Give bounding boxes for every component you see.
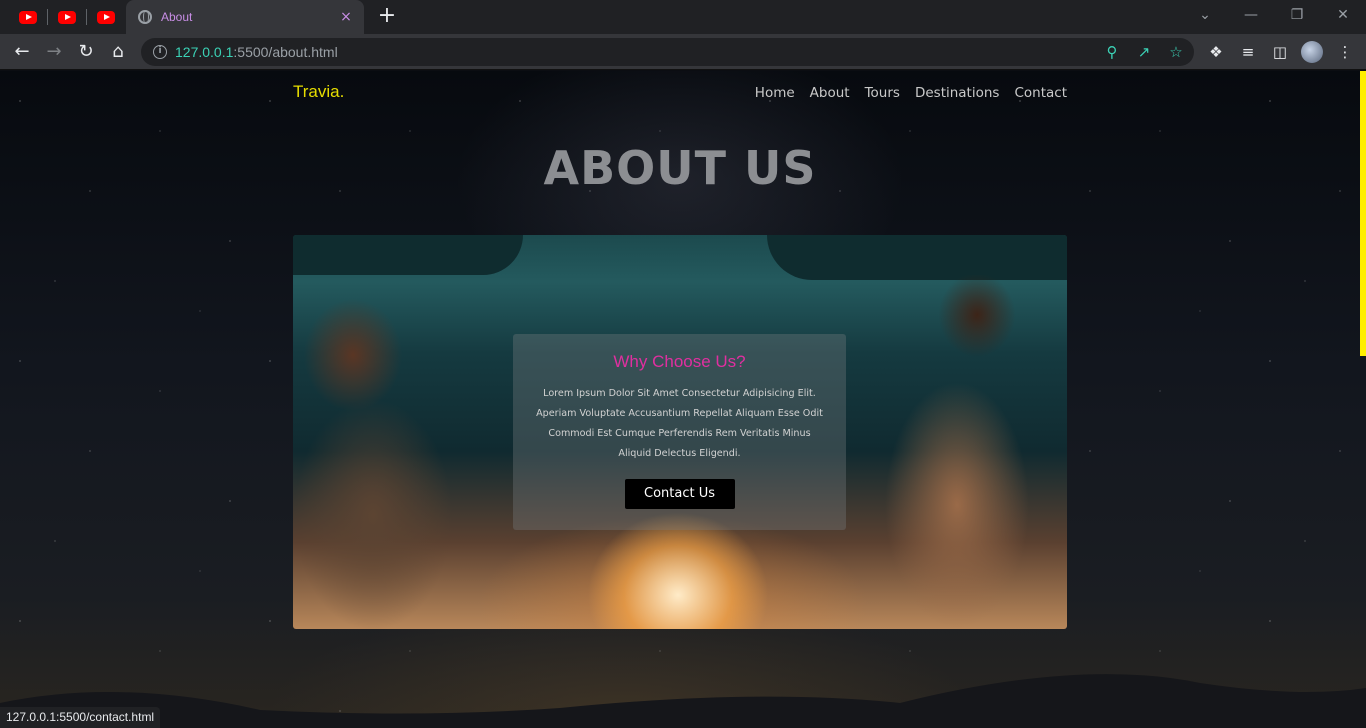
bookmark-star-icon[interactable]: ☆ (1166, 42, 1186, 62)
scrollbar-thumb[interactable] (1360, 71, 1366, 356)
nav-destinations[interactable]: Destinations (915, 85, 1000, 101)
tab-about[interactable]: About × (126, 0, 364, 34)
nav-contact[interactable]: Contact (1014, 85, 1067, 101)
page-title: ABOUT US (543, 141, 817, 195)
menu-kebab-icon[interactable]: ⋮ (1335, 42, 1355, 62)
tab-search-button[interactable]: ⌄ (1182, 5, 1228, 25)
restore-button[interactable]: ❐ (1274, 5, 1320, 25)
island-silhouette-right (767, 235, 1067, 280)
url-text: 127.0.0.1:5500/about.html (175, 44, 338, 60)
nav-tours[interactable]: Tours (865, 85, 900, 101)
media-queue-icon[interactable]: ≡ (1238, 42, 1258, 62)
youtube-pinned-tab[interactable] (52, 6, 82, 28)
page-viewport: Travia. Home About Tours Destinations Co… (0, 71, 1366, 728)
globe-icon (138, 10, 152, 24)
island-silhouette-left (293, 235, 523, 275)
minimize-button[interactable]: — (1228, 5, 1274, 25)
main-nav: Home About Tours Destinations Contact (755, 85, 1067, 101)
nav-about[interactable]: About (810, 85, 850, 101)
tab-divider (86, 9, 87, 25)
youtube-pinned-tab[interactable] (91, 6, 121, 28)
url-host: 127.0.0.1 (175, 44, 234, 60)
youtube-icon (97, 10, 115, 24)
nav-home[interactable]: Home (755, 85, 795, 101)
campfire-hero-image: Why Choose Us? Lorem Ipsum Dolor Sit Ame… (293, 235, 1067, 629)
card-title: Why Choose Us? (613, 352, 746, 371)
reload-icon[interactable]: ↻ (73, 39, 99, 65)
share-icon[interactable]: ↗ (1134, 42, 1154, 62)
close-tab-icon[interactable]: × (338, 9, 354, 25)
mountain-silhouette (0, 674, 1366, 728)
side-panel-icon[interactable]: ◫ (1270, 42, 1290, 62)
site-info-icon[interactable]: i (153, 45, 167, 59)
youtube-pinned-tab[interactable] (13, 6, 43, 28)
browser-toolbar: ← → ↻ ⌂ i 127.0.0.1:5500/about.html ⚲ ↗ … (0, 34, 1366, 70)
site-logo[interactable]: Travia. (293, 82, 344, 102)
url-path: :5500/about.html (233, 44, 338, 60)
new-tab-button[interactable]: + (376, 5, 398, 27)
card-description: Lorem Ipsum Dolor Sit Amet Consectetur A… (536, 388, 823, 459)
address-bar[interactable]: i 127.0.0.1:5500/about.html ⚲ ↗ ☆ (141, 38, 1194, 66)
home-icon[interactable]: ⌂ (105, 39, 131, 65)
profile-avatar[interactable] (1301, 41, 1323, 63)
tab-title: About (161, 10, 193, 24)
link-status-bar: 127.0.0.1:5500/contact.html (0, 707, 161, 728)
woman-figure (293, 295, 503, 629)
close-window-button[interactable]: ✕ (1320, 5, 1366, 25)
youtube-icon (58, 10, 76, 24)
contact-us-button[interactable]: Contact Us (624, 479, 735, 509)
zoom-icon[interactable]: ⚲ (1102, 42, 1122, 62)
why-choose-us-card: Why Choose Us? Lorem Ipsum Dolor Sit Ame… (513, 334, 846, 530)
youtube-icon (19, 10, 37, 24)
back-arrow-icon[interactable]: ← (9, 39, 35, 65)
extensions-puzzle-icon[interactable]: ❖ (1206, 42, 1226, 62)
forward-arrow-icon[interactable]: → (41, 39, 67, 65)
man-figure (837, 275, 1067, 629)
tab-divider (47, 9, 48, 25)
tab-strip: About × + ⌄ — ❐ ✕ (0, 0, 1366, 34)
